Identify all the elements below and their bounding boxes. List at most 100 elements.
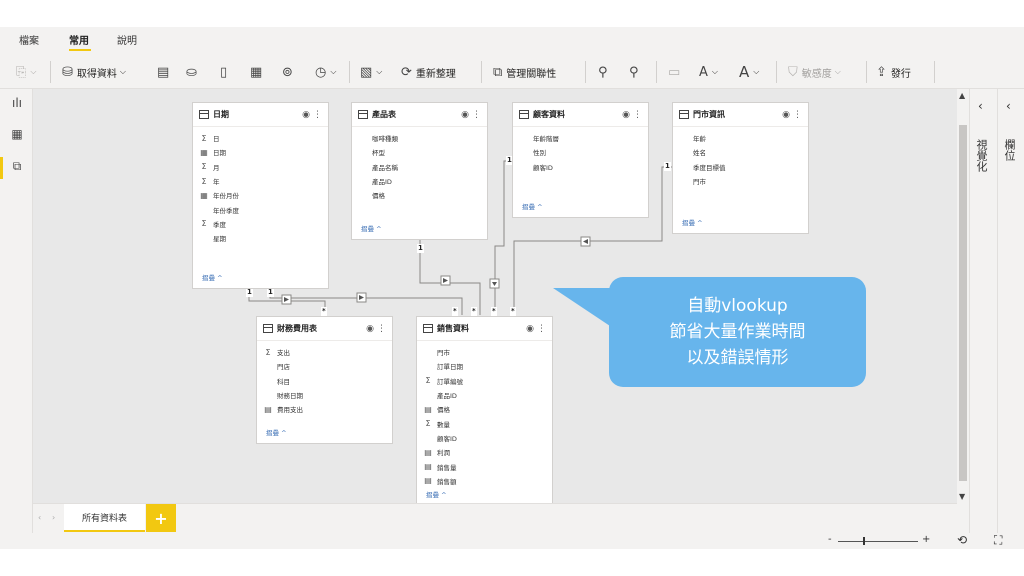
field-item[interactable]: 性別 xyxy=(513,145,648,159)
field-item[interactable]: 年齡 xyxy=(673,131,808,145)
field-item[interactable]: 門店 xyxy=(257,359,392,373)
field-item[interactable]: 門市 xyxy=(673,174,808,188)
font-grow-button[interactable]: A ⌵ xyxy=(699,63,718,81)
table-header[interactable]: 顧客資料 ◉ ⋮ xyxy=(513,103,648,127)
field-item[interactable]: ▤ 費用支出 xyxy=(257,402,392,416)
reset-layout-icon[interactable]: ⟲ xyxy=(957,533,967,547)
field-item[interactable]: 星期 xyxy=(193,231,328,245)
field-item[interactable]: 年份季度 xyxy=(193,202,328,216)
eye-icon[interactable]: ◉ xyxy=(782,110,790,120)
collapse-link[interactable]: 摺疊 ^ xyxy=(682,217,703,227)
enter-data-button[interactable]: ⊚ xyxy=(282,63,297,81)
get-data-button[interactable]: ⛁ 取得資料 ⌵ xyxy=(62,63,126,81)
field-item[interactable]: ▤ 利潤 xyxy=(417,445,552,459)
chevron-left-icon[interactable]: ‹ xyxy=(1006,99,1011,113)
field-item[interactable]: 價格 xyxy=(352,188,487,202)
table-card-date[interactable]: 日期 ◉ ⋮ Σ 日 ▦ 日期 Σ 月 Σ 年 ▦ 年份月份 年份季度 Σ 季度 星期摺疊 ^ xyxy=(192,102,329,289)
dataverse-button[interactable]: ▯ xyxy=(220,63,231,81)
report-view-icon[interactable]: ılı xyxy=(9,95,25,111)
field-item[interactable]: Σ 季度 xyxy=(193,217,328,231)
field-item[interactable]: 顧客ID xyxy=(417,431,552,445)
eye-icon[interactable]: ◉ xyxy=(526,324,534,334)
tab-all-tables[interactable]: 所有資料表 xyxy=(64,504,145,532)
refresh-button[interactable]: ⟳ 重新整理 xyxy=(401,63,456,81)
scroll-down-icon[interactable]: ▼ xyxy=(959,492,965,501)
zoom-slider-thumb[interactable] xyxy=(863,537,865,545)
sql-button[interactable]: ▦ xyxy=(250,63,266,81)
scroll-up-icon[interactable]: ▲ xyxy=(959,91,965,100)
field-item[interactable]: 年齡階層 xyxy=(513,131,648,145)
menu-home[interactable]: 常用 xyxy=(69,32,89,47)
dataset-button[interactable]: ⛀ xyxy=(186,63,201,81)
visualizations-pane[interactable]: ‹ 視覺化 xyxy=(970,89,997,549)
collapse-link[interactable]: 摺疊 ^ xyxy=(202,272,223,282)
paste-button[interactable]: ⎘ ⌵ xyxy=(16,63,36,81)
field-item[interactable]: 產品名稱 xyxy=(352,160,487,174)
chevron-left-icon[interactable]: ‹ xyxy=(978,99,983,113)
table-header[interactable]: 銷售資料 ◉ ⋮ xyxy=(417,317,552,341)
eye-icon[interactable]: ◉ xyxy=(461,110,469,120)
zoom-out-button[interactable]: - xyxy=(828,534,832,545)
data-view-icon[interactable]: ▦ xyxy=(9,126,25,142)
field-item[interactable]: 財務日期 xyxy=(257,388,392,402)
field-item[interactable]: 科目 xyxy=(257,374,392,388)
relationship-line[interactable] xyxy=(494,160,512,315)
font-size-button[interactable]: A ⌵ xyxy=(739,63,759,81)
zoom-in-button[interactable]: + xyxy=(922,534,930,545)
more-options-icon[interactable]: ⋮ xyxy=(793,110,802,120)
more-options-icon[interactable]: ⋮ xyxy=(377,324,386,334)
field-item[interactable]: ▤ 價格 xyxy=(417,402,552,416)
field-item[interactable]: ▦ 年份月份 xyxy=(193,188,328,202)
collapse-link[interactable]: 摺疊 ^ xyxy=(361,223,382,233)
field-item[interactable]: 訂單日期 xyxy=(417,359,552,373)
publish-button[interactable]: ⇪ 發行 xyxy=(876,63,911,81)
menu-help[interactable]: 說明 xyxy=(117,32,137,47)
more-options-icon[interactable]: ⋮ xyxy=(633,110,642,120)
tab-prev-icon[interactable]: ‹ xyxy=(38,513,41,522)
recent-sources-button[interactable]: ◷ ⌵ xyxy=(315,63,336,81)
more-options-icon[interactable]: ⋮ xyxy=(537,324,546,334)
scrollbar-thumb[interactable] xyxy=(959,125,967,481)
field-item[interactable]: 門市 xyxy=(417,345,552,359)
collapse-link[interactable]: 摺疊 ^ xyxy=(266,427,287,437)
table-header[interactable]: 財務費用表 ◉ ⋮ xyxy=(257,317,392,341)
manage-roles-button[interactable]: ⚲ xyxy=(598,63,612,81)
field-item[interactable]: ▦ 日期 xyxy=(193,145,328,159)
field-item[interactable]: 產品ID xyxy=(352,174,487,188)
manage-relationships-button[interactable]: ⧉ 管理關聯性 xyxy=(493,63,556,81)
table-card-customer[interactable]: 顧客資料 ◉ ⋮ 年齡階層 性別 顧客ID 摺疊 ^ xyxy=(512,102,649,218)
model-view-icon[interactable]: ⧉ xyxy=(9,158,25,174)
menu-file[interactable]: 檔案 xyxy=(19,32,39,47)
field-item[interactable]: ▤ 銷售量 xyxy=(417,459,552,473)
view-as-button[interactable]: ⚲ xyxy=(629,63,643,81)
field-item[interactable]: Σ月 xyxy=(193,160,328,174)
field-item[interactable]: Σ 訂單編號 xyxy=(417,374,552,388)
field-item[interactable]: 產品ID xyxy=(417,388,552,402)
eye-icon[interactable]: ◉ xyxy=(302,110,310,120)
table-header[interactable]: 產品表 ◉ ⋮ xyxy=(352,103,487,127)
field-item[interactable]: Σ 支出 xyxy=(257,345,392,359)
tab-next-icon[interactable]: › xyxy=(52,513,55,522)
field-item[interactable]: Σ日 xyxy=(193,131,328,145)
more-options-icon[interactable]: ⋮ xyxy=(313,110,322,120)
table-card-finance[interactable]: 財務費用表 ◉ ⋮ Σ 支出 門店 科目 財務日期 ▤ 費用支出摺疊 ^ xyxy=(256,316,393,444)
field-item[interactable]: 姓名 xyxy=(673,145,808,159)
qa-button[interactable]: ▭ xyxy=(668,63,684,81)
field-item[interactable]: Σ年 xyxy=(193,174,328,188)
field-item[interactable]: 咖啡種類 xyxy=(352,131,487,145)
collapse-link[interactable]: 摺疊 ^ xyxy=(426,489,447,499)
field-item[interactable]: 杯型 xyxy=(352,145,487,159)
fit-to-page-icon[interactable]: ⛶ xyxy=(994,533,1002,548)
field-item[interactable]: Σ 數量 xyxy=(417,416,552,430)
table-card-product[interactable]: 產品表 ◉ ⋮ 咖啡種類 杯型 產品名稱 產品ID 價格摺疊 ^ xyxy=(351,102,488,240)
collapse-link[interactable]: 摺疊 ^ xyxy=(522,201,543,211)
eye-icon[interactable]: ◉ xyxy=(622,110,630,120)
table-header[interactable]: 日期 ◉ ⋮ xyxy=(193,103,328,127)
table-card-sales[interactable]: 銷售資料 ◉ ⋮ 門市 訂單日期 Σ 訂單編號 產品ID ▤ 價格 Σ 數量 顧客ID ▤ 利潤 ▤ 銷售量 ▤ 銷… xyxy=(416,316,553,503)
excel-button[interactable]: ▤ xyxy=(157,63,173,81)
table-card-store[interactable]: 門市資訊 ◉ ⋮ 年齡 姓名 季度目標值 門市摺疊 ^ xyxy=(672,102,809,234)
more-options-icon[interactable]: ⋮ xyxy=(472,110,481,120)
table-header[interactable]: 門市資訊 ◉ ⋮ xyxy=(673,103,808,127)
zoom-slider[interactable] xyxy=(838,541,918,542)
field-item[interactable]: 季度目標值 xyxy=(673,160,808,174)
